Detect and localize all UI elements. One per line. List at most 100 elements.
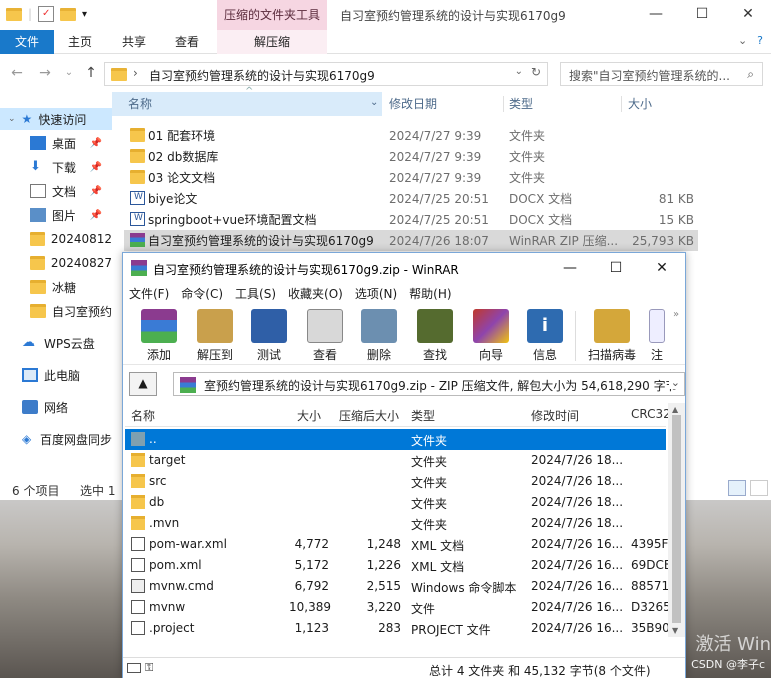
vertical-scrollbar[interactable]: ▲ ▼ — [668, 403, 685, 637]
menu-options[interactable]: 选项(N) — [355, 285, 397, 302]
row-name: .project — [149, 621, 195, 635]
help-icon[interactable]: ? — [757, 34, 763, 47]
winrar-status-bar: ⚿ 总计 4 文件夹 和 45,132 字节(8 个文件) — [123, 657, 685, 678]
column-dropdown-icon[interactable]: ⌄ — [370, 97, 378, 108]
sidebar-item-baidu-sync[interactable]: ◈ 百度网盘同步 — [0, 428, 112, 450]
menu-tools[interactable]: 工具(S) — [235, 285, 276, 302]
scroll-thumb[interactable] — [672, 415, 681, 623]
column-header-size[interactable]: 大小 — [628, 92, 652, 116]
view-button[interactable]: 查看 — [303, 309, 347, 363]
column-header-crc[interactable]: CRC32 — [631, 407, 671, 421]
table-row[interactable]: db 文件夹 2024/7/26 18... — [125, 492, 666, 513]
sidebar-item-desktop[interactable]: 桌面 📌 — [0, 132, 112, 154]
sidebar-item-study-room[interactable]: 自习室预约 — [0, 300, 112, 322]
find-button[interactable]: 查找 — [413, 309, 457, 363]
file-row[interactable]: biye论文 2024/7/25 20:51 DOCX 文档 81 KB — [124, 188, 698, 209]
tab-extract[interactable]: 解压缩 — [217, 30, 327, 54]
search-box[interactable]: 搜索"自习室预约管理系统的... ⌕ — [560, 62, 763, 86]
sidebar-item-downloads[interactable]: ⬇ 下载 📌 — [0, 156, 112, 178]
sidebar-item-20240812[interactable]: 20240812 — [0, 228, 112, 250]
table-row[interactable]: .project 1,123 283 PROJECT 文件 2024/7/26 … — [125, 618, 670, 639]
row-type: Windows 命令脚本 — [411, 581, 517, 595]
menu-file[interactable]: 文件(F) — [129, 285, 169, 302]
drive-icon[interactable] — [127, 663, 141, 673]
table-row[interactable]: src 文件夹 2024/7/26 18... — [125, 471, 666, 492]
recent-dropdown-icon[interactable]: ⌄ — [60, 64, 78, 82]
table-row[interactable]: mvnw 10,389 3,220 文件 2024/7/26 16... D32… — [125, 597, 671, 618]
menu-favorites[interactable]: 收藏夹(O) — [288, 285, 343, 302]
table-row[interactable]: .mvn 文件夹 2024/7/26 18... — [125, 513, 666, 534]
sidebar-item-pictures[interactable]: 图片 📌 — [0, 204, 112, 226]
sidebar-item-bingtang[interactable]: 冰糖 — [0, 276, 112, 298]
menu-commands[interactable]: 命令(C) — [181, 285, 223, 302]
minimize-button[interactable]: — — [633, 0, 679, 30]
wizard-button[interactable]: 向导 — [469, 309, 513, 363]
qat-dropdown-icon[interactable]: ▾ — [82, 9, 87, 20]
file-row[interactable]: springboot+vue环境配置文档 2024/7/25 20:51 DOC… — [124, 209, 698, 230]
archive-path-box[interactable]: 室预约管理系统的设计与实现6170g9.zip - ZIP 压缩文件, 解包大小… — [173, 372, 685, 396]
column-header-name[interactable]: 名称 — [131, 407, 155, 424]
file-row[interactable]: 02 db数据库 2024/7/27 9:39 文件夹 — [124, 146, 698, 167]
tab-view[interactable]: 查看 — [175, 30, 199, 54]
sidebar-item-network[interactable]: 网络 — [0, 396, 112, 418]
comment-button[interactable]: 注 — [645, 309, 669, 363]
add-button[interactable]: 添加 — [137, 309, 181, 363]
tab-file[interactable]: 文件 — [0, 30, 54, 54]
properties-icon[interactable]: ✓ — [38, 6, 55, 22]
up-folder-button[interactable]: ▲ — [129, 372, 157, 396]
wizard-icon — [473, 309, 509, 343]
details-view-icon[interactable] — [728, 480, 746, 496]
key-icon[interactable]: ⚿ — [145, 661, 153, 675]
close-button[interactable]: ✕ — [725, 0, 771, 30]
minimize-button[interactable]: — — [547, 253, 593, 283]
scroll-down-icon[interactable]: ▼ — [672, 626, 678, 635]
column-header-date[interactable]: 修改日期 — [389, 92, 437, 116]
table-row[interactable]: pom-war.xml 4,772 1,248 XML 文档 2024/7/26… — [125, 534, 668, 555]
sidebar-item-this-pc[interactable]: 此电脑 — [0, 364, 112, 386]
column-header-modified[interactable]: 修改时间 — [531, 407, 579, 424]
file-type: DOCX 文档 — [509, 213, 573, 227]
address-dropdown-icon[interactable]: ⌄ — [515, 66, 523, 77]
column-header-packed[interactable]: 压缩后大小 — [339, 407, 399, 424]
delete-button[interactable]: 删除 — [357, 309, 401, 363]
column-header-type[interactable]: 类型 — [411, 407, 435, 424]
table-row[interactable]: pom.xml 5,172 1,226 XML 文档 2024/7/26 16.… — [125, 555, 671, 576]
close-button[interactable]: ✕ — [639, 253, 685, 283]
file-row[interactable]: 01 配套环境 2024/7/27 9:39 文件夹 — [124, 125, 698, 146]
tab-share[interactable]: 共享 — [122, 30, 146, 54]
row-packed: 2,515 — [366, 579, 401, 593]
file-row[interactable]: 自习室预约管理系统的设计与实现6170g9 2024/7/26 18:07 Wi… — [124, 230, 698, 251]
address-bar[interactable]: › 自习室预约管理系统的设计与实现6170g9 ⌄ ↻ — [104, 62, 548, 86]
column-header-type[interactable]: 类型 — [509, 92, 533, 116]
virus-scan-button[interactable]: 扫描病毒 — [585, 309, 639, 363]
path-dropdown-icon[interactable]: ⌄ — [668, 376, 680, 389]
toolbar-overflow-icon[interactable]: » — [673, 309, 679, 320]
row-type: 文件 — [411, 602, 436, 616]
up-arrow-icon[interactable]: ↑ — [82, 64, 100, 82]
info-button[interactable]: i 信息 — [523, 309, 567, 363]
maximize-button[interactable]: ☐ — [679, 0, 725, 30]
new-folder-icon[interactable] — [60, 7, 77, 21]
file-row[interactable]: 03 论文文档 2024/7/27 9:39 文件夹 — [124, 167, 698, 188]
test-button[interactable]: 测试 — [247, 309, 291, 363]
large-icons-view-icon[interactable] — [750, 480, 768, 496]
folder-icon — [111, 68, 127, 81]
extract-to-button[interactable]: 解压到 — [193, 309, 237, 363]
menu-help[interactable]: 帮助(H) — [409, 285, 451, 302]
table-row[interactable]: mvnw.cmd 6,792 2,515 Windows 命令脚本 2024/7… — [125, 576, 669, 597]
search-input[interactable]: 搜索"自习室预约管理系统的... — [569, 67, 730, 84]
expand-ribbon-icon[interactable]: ⌄ — [738, 34, 747, 47]
forward-arrow-icon[interactable]: → — [36, 64, 54, 82]
scroll-up-icon[interactable]: ▲ — [672, 405, 678, 414]
column-header-size[interactable]: 大小 — [297, 407, 321, 424]
sidebar-item-wps-cloud[interactable]: ☁ WPS云盘 — [0, 332, 112, 354]
tab-home[interactable]: 主页 — [68, 30, 92, 54]
back-arrow-icon[interactable]: ← — [8, 64, 26, 82]
sidebar-item-20240827[interactable]: 20240827 — [0, 252, 112, 274]
sidebar-item-documents[interactable]: 文档 📌 — [0, 180, 112, 202]
refresh-icon[interactable]: ↻ — [531, 65, 541, 79]
sidebar-item-quick-access[interactable]: ⌄ ★ 快速访问 — [0, 108, 112, 130]
table-row[interactable]: .. 文件夹 — [125, 429, 666, 450]
table-row[interactable]: target 文件夹 2024/7/26 18... — [125, 450, 666, 471]
maximize-button[interactable]: ☐ — [593, 253, 639, 283]
